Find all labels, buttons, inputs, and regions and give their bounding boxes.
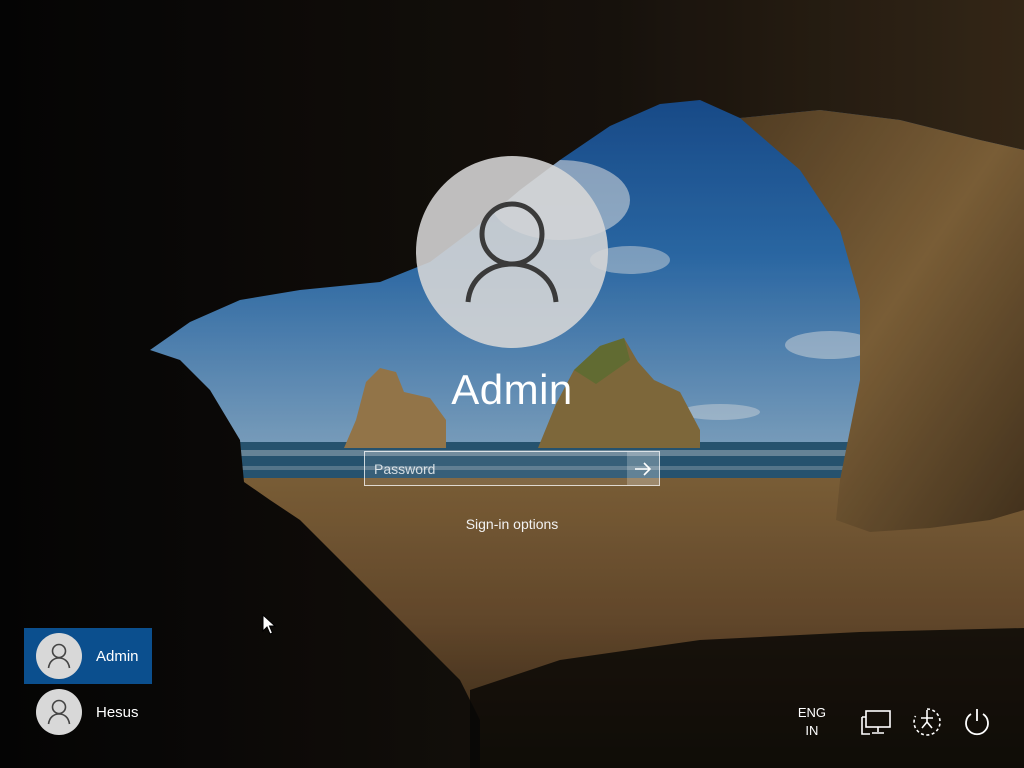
ease-of-access-icon [913, 708, 941, 736]
language-region: IN [805, 723, 819, 738]
power-button[interactable] [960, 705, 994, 739]
user-tile-name: Hesus [96, 703, 139, 721]
language-code: ENG [797, 705, 826, 720]
person-icon [47, 699, 71, 725]
person-icon [465, 201, 559, 303]
ease-of-access-button[interactable] [910, 705, 944, 739]
sign-in-panel: Admin Sign-in options [0, 0, 1024, 768]
power-icon [965, 709, 989, 736]
network-button[interactable] [860, 705, 894, 739]
user-tile-name: Admin [96, 647, 139, 665]
password-input[interactable] [365, 452, 627, 485]
user-tile-admin[interactable]: Admin [24, 628, 152, 684]
sign-in-options-link[interactable]: Sign-in options [0, 516, 1024, 532]
user-avatar [416, 156, 608, 348]
submit-button[interactable] [627, 452, 659, 485]
user-tile-hesus[interactable]: Hesus [24, 684, 152, 740]
username-heading: Admin [451, 366, 573, 413]
system-tray: ENG IN [798, 700, 994, 744]
network-icon [861, 710, 891, 735]
mouse-cursor-icon [262, 614, 276, 635]
password-field-container [364, 451, 660, 486]
user-tile-avatar [36, 689, 82, 735]
user-tile-avatar [36, 633, 82, 679]
person-icon [47, 643, 71, 669]
arrow-right-icon [635, 461, 652, 476]
language-indicator[interactable]: ENG IN [798, 704, 826, 740]
